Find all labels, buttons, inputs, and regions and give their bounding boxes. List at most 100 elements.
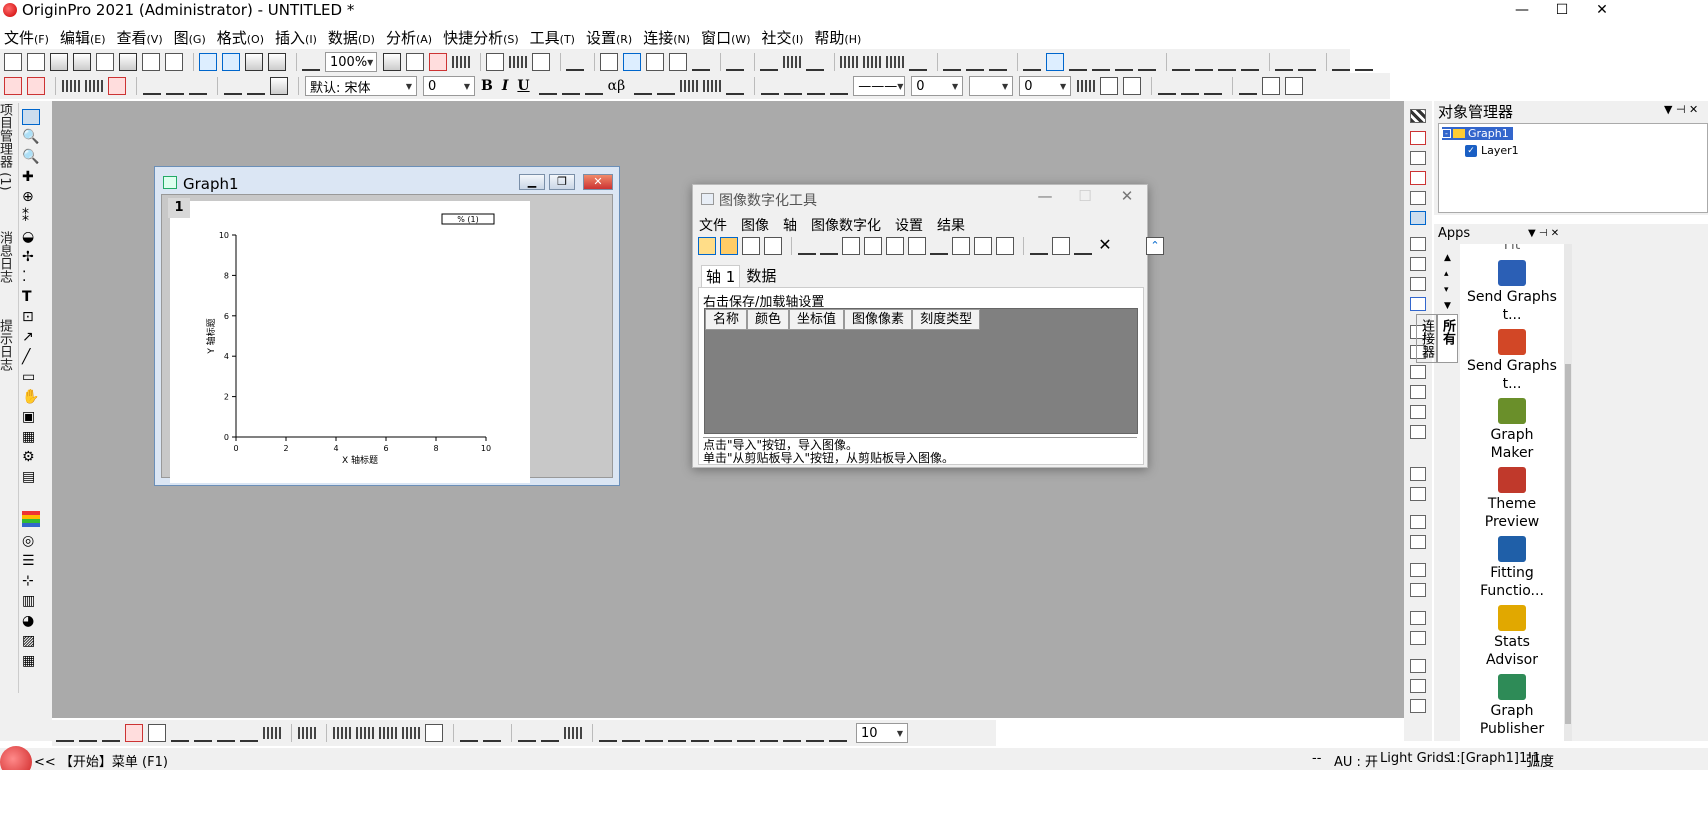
command-window-icon[interactable] <box>532 53 550 71</box>
panel3-icon[interactable] <box>1410 277 1426 291</box>
sum-icon[interactable] <box>760 53 778 71</box>
contour-icon[interactable] <box>240 724 258 742</box>
new-matrix-icon[interactable] <box>96 53 114 71</box>
zoom-out-icon[interactable] <box>189 77 207 95</box>
project-info-icon[interactable]: ▨ <box>22 633 40 649</box>
new-workbook-icon[interactable] <box>50 53 68 71</box>
rescale-icon[interactable] <box>166 77 184 95</box>
app-send-graphs-ppt[interactable]: Send Graphs t... <box>1460 329 1564 393</box>
status-angle-unit[interactable]: 弧度 <box>1526 751 1554 771</box>
layer-manage-icon[interactable] <box>108 77 126 95</box>
underline-button[interactable]: U <box>517 78 529 94</box>
copy-page-icon[interactable] <box>406 53 424 71</box>
border-icon[interactable] <box>1100 77 1119 95</box>
error-bar-icon[interactable] <box>171 724 189 742</box>
greek-button[interactable]: αβ <box>608 78 626 94</box>
ungroup-icon[interactable] <box>1410 679 1426 693</box>
graph-window[interactable]: Graph1 ▁ ❐ ✕ % (1) 0 2 4 6 8 10 0 2 4 6 8 10 X 轴标题… <box>154 166 620 486</box>
layer-badge[interactable]: 1 <box>168 198 190 218</box>
open-icon[interactable] <box>199 53 217 71</box>
spread2-icon[interactable] <box>1410 487 1426 501</box>
extract-icon[interactable] <box>425 724 443 742</box>
new-notes-icon[interactable] <box>165 53 183 71</box>
axis-icon[interactable] <box>1410 131 1426 145</box>
zoom-in-icon[interactable]: 🔍 <box>22 129 40 145</box>
cut-icon[interactable] <box>224 77 242 95</box>
add-layer-icon[interactable] <box>143 77 161 95</box>
new-project-icon[interactable] <box>4 53 22 71</box>
spread-icon[interactable] <box>1410 467 1426 481</box>
pattern-icon[interactable] <box>784 77 803 95</box>
refresh-icon[interactable] <box>1410 191 1426 205</box>
print-icon[interactable] <box>383 53 401 71</box>
duplicate-icon[interactable] <box>452 56 470 68</box>
panel4-icon[interactable] <box>1410 297 1426 311</box>
app-stats-advisor[interactable]: Stats Advisor <box>1460 605 1564 669</box>
group-icon[interactable] <box>1204 77 1223 95</box>
arrow-right2-icon[interactable] <box>1355 53 1373 71</box>
filter-clear-icon[interactable] <box>966 53 984 71</box>
align-icon[interactable] <box>1181 77 1200 95</box>
menu-settings[interactable]: 设置(R) <box>586 27 632 48</box>
align-top-icon[interactable] <box>1410 365 1426 379</box>
object-align3-icon[interactable] <box>645 724 663 742</box>
column-align-icon[interactable] <box>703 80 722 92</box>
pointer-icon[interactable] <box>22 109 40 125</box>
resize-icon[interactable] <box>1410 515 1426 529</box>
rectangle-insert-icon[interactable]: ⊡ <box>22 309 40 325</box>
pick-axis-icon[interactable] <box>798 237 816 255</box>
scatter-plot-icon[interactable] <box>79 724 97 742</box>
axis-points-icon[interactable] <box>820 237 838 255</box>
graph-page[interactable]: % (1) 0 2 4 6 8 10 0 2 4 6 8 10 X 轴标题 Y 轴标题 <box>170 201 530 483</box>
box-chart-icon[interactable] <box>148 724 166 742</box>
area-pick-icon[interactable] <box>908 237 926 255</box>
symbol-icon[interactable] <box>830 77 849 95</box>
new-layout-icon[interactable] <box>142 53 160 71</box>
region-icon[interactable]: ◒ <box>22 229 40 245</box>
save-template-icon[interactable] <box>268 53 286 71</box>
distribution-icon[interactable] <box>909 53 927 71</box>
layer-copy-icon[interactable] <box>298 727 316 739</box>
tab-data[interactable]: 数据 <box>742 265 780 287</box>
draw-data-icon[interactable]: ✢ <box>22 249 40 265</box>
set-z-icon[interactable] <box>1092 53 1110 71</box>
arrow-tool-icon[interactable]: ↗ <box>22 329 40 345</box>
object-align2-icon[interactable] <box>622 724 640 742</box>
app-item-fit-partial[interactable]: Fit <box>1460 244 1564 254</box>
app-send-graphs-word[interactable]: Send Graphs t... <box>1460 260 1564 324</box>
symbol-size-combo[interactable]: 0 ▼ <box>1019 76 1072 96</box>
layer-icon[interactable] <box>62 80 80 92</box>
shield-icon[interactable] <box>518 724 536 742</box>
distribute-icon[interactable] <box>1158 77 1177 95</box>
digitizer-close-icon[interactable]: ✕ <box>1107 187 1147 205</box>
worksheet-plot-icon[interactable] <box>27 77 45 95</box>
back-icon[interactable] <box>1410 583 1426 597</box>
object-align9-icon[interactable] <box>783 724 801 742</box>
column-stats-icon[interactable] <box>886 56 904 68</box>
dig-menu-file[interactable]: 文件 <box>699 215 727 235</box>
hierarchy-icon[interactable] <box>460 724 478 742</box>
front-icon[interactable] <box>1410 563 1426 577</box>
template-icon[interactable] <box>263 727 281 739</box>
line-symbol-icon[interactable] <box>102 724 120 742</box>
grid-pick-icon[interactable] <box>886 237 904 255</box>
axis2-icon[interactable] <box>1410 151 1426 165</box>
new-function-icon[interactable] <box>119 53 137 71</box>
arrow-right-icon[interactable] <box>1332 53 1350 71</box>
insert-object-icon[interactable]: ⚙ <box>22 449 40 465</box>
dig-menu-axis[interactable]: 轴 <box>783 215 797 235</box>
y-axis-title[interactable]: Y 轴标题 <box>205 318 217 354</box>
table-insert-icon[interactable]: ▥ <box>22 593 40 609</box>
bottom-size-combo[interactable]: 10 ▼ <box>856 723 908 743</box>
recalculate-icon[interactable] <box>302 53 320 71</box>
apps-scrollbar[interactable] <box>1564 244 1572 741</box>
statistics-icon[interactable] <box>840 56 858 68</box>
tree-node-graph[interactable]: - Graph1 <box>1442 127 1513 140</box>
filter-set-icon[interactable] <box>989 53 1007 71</box>
auto-trace-icon[interactable] <box>864 237 882 255</box>
col-image-pixel[interactable]: 图像像素 <box>844 309 913 330</box>
set-y-icon[interactable] <box>1069 53 1087 71</box>
object-align8-icon[interactable] <box>760 724 778 742</box>
digitizer-icon[interactable] <box>623 53 641 71</box>
code-builder-icon[interactable] <box>486 53 504 71</box>
